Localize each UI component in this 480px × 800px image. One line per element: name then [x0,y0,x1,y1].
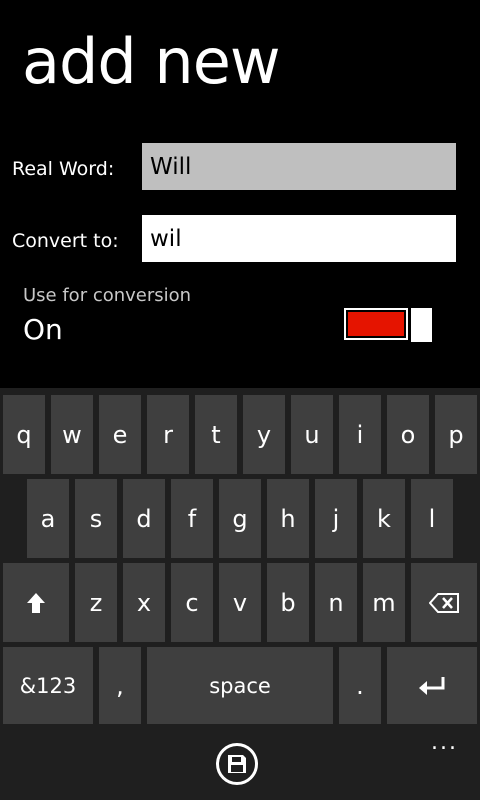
key-n[interactable]: n [315,563,357,642]
key-g[interactable]: g [219,479,261,558]
key-t[interactable]: t [195,395,237,474]
space-key[interactable]: space [147,647,333,724]
key-v[interactable]: v [219,563,261,642]
key-f[interactable]: f [171,479,213,558]
key-a[interactable]: a [27,479,69,558]
key-c[interactable]: c [171,563,213,642]
shift-arrow-icon [27,592,45,613]
period-key[interactable]: . [339,647,381,724]
toggle-label: Use for conversion [23,285,192,306]
convert-to-input[interactable] [142,215,456,262]
toggle-fill [348,312,404,336]
page-title: add new [22,25,281,98]
key-b[interactable]: b [267,563,309,642]
key-j[interactable]: j [315,479,357,558]
key-p[interactable]: p [435,395,477,474]
save-button[interactable] [216,743,258,785]
key-m[interactable]: m [363,563,405,642]
more-options-button[interactable]: ... [431,730,458,755]
convert-to-label: Convert to: [12,230,119,252]
key-x[interactable]: x [123,563,165,642]
shift-key[interactable] [3,563,69,642]
app-bar: ... [0,728,480,800]
conversion-toggle-switch[interactable] [344,308,432,342]
key-u[interactable]: u [291,395,333,474]
real-word-label: Real Word: [12,158,115,180]
enter-key[interactable] [387,647,477,724]
backspace-icon [429,592,459,613]
key-y[interactable]: y [243,395,285,474]
key-z[interactable]: z [75,563,117,642]
key-h[interactable]: h [267,479,309,558]
key-k[interactable]: k [363,479,405,558]
key-l[interactable]: l [411,479,453,558]
enter-icon [419,676,445,695]
key-i[interactable]: i [339,395,381,474]
real-word-input[interactable] [142,143,456,190]
toggle-thumb[interactable] [411,308,432,342]
toggle-state: On [23,313,63,346]
key-w[interactable]: w [51,395,93,474]
key-q[interactable]: q [3,395,45,474]
save-icon [228,755,246,773]
key-o[interactable]: o [387,395,429,474]
symbols-key[interactable]: &123 [3,647,93,724]
key-d[interactable]: d [123,479,165,558]
key-r[interactable]: r [147,395,189,474]
backspace-key[interactable] [411,563,477,642]
comma-key[interactable]: , [99,647,141,724]
key-s[interactable]: s [75,479,117,558]
keyboard: q w e r t y u i o p a s d f g h j k l z … [0,388,480,728]
key-e[interactable]: e [99,395,141,474]
